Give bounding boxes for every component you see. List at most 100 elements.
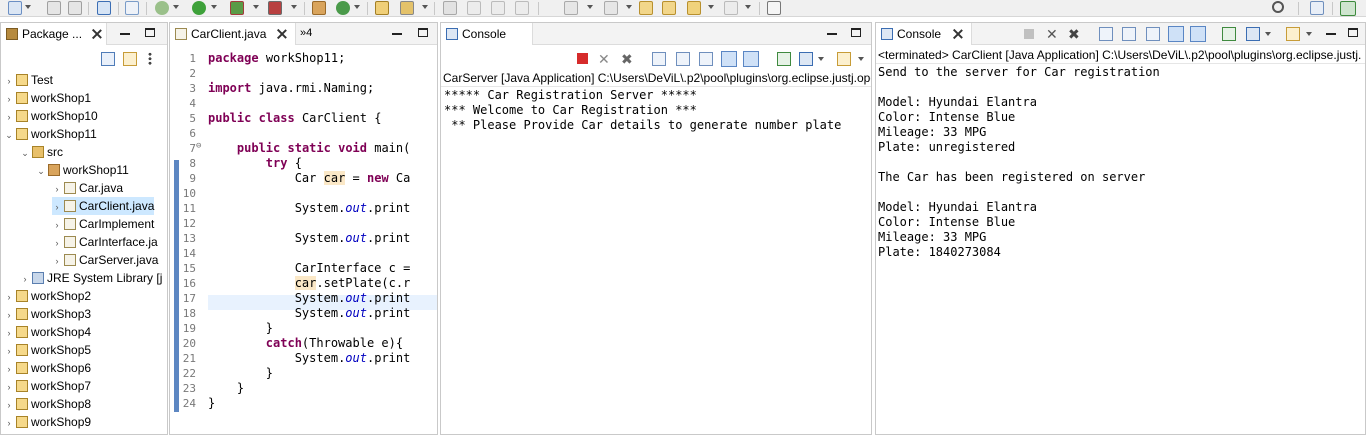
code-line[interactable]: package workShop11; — [208, 51, 345, 66]
open-console-dropdown-icon[interactable] — [858, 57, 864, 61]
open-console-dropdown-icon[interactable] — [1306, 32, 1312, 36]
open-task-dropdown-icon[interactable] — [422, 5, 428, 9]
remove-launch-icon[interactable]: ✕ — [598, 52, 612, 66]
expand-icon[interactable]: › — [4, 396, 14, 414]
code-editor[interactable]: 1 2 3 4 5 6 7 8 9 10 11 12 13 14 15 16 17 18 19 20 21 22 23 24 … — [170, 46, 437, 434]
show-on-stdout-icon[interactable] — [1168, 26, 1184, 42]
next-annotation-dropdown-icon[interactable] — [587, 5, 593, 9]
tree-item[interactable]: › workShop10 — [4, 107, 98, 125]
terminate-icon[interactable] — [1024, 29, 1034, 39]
tree-item[interactable]: › workShop7 — [4, 377, 92, 396]
close-icon[interactable] — [91, 28, 103, 40]
minimize-icon[interactable] — [1326, 33, 1336, 35]
expand-icon[interactable]: › — [20, 270, 30, 288]
code-line[interactable]: public class CarClient { — [208, 111, 381, 126]
expand-icon[interactable]: › — [52, 198, 62, 216]
tree-item[interactable]: › workShop4 — [4, 323, 92, 342]
tree-item[interactable]: › workShop6 — [4, 359, 92, 378]
scroll-lock-icon[interactable] — [676, 52, 690, 66]
minimize-icon[interactable] — [120, 33, 130, 35]
code-line[interactable]: System.out.print — [208, 291, 411, 306]
expand-icon[interactable]: › — [4, 360, 14, 378]
code-line[interactable]: System.out.print — [208, 201, 411, 216]
clear-console-icon[interactable] — [652, 52, 666, 66]
collapse-all-icon[interactable] — [101, 52, 115, 66]
open-perspective-icon[interactable] — [1310, 1, 1324, 15]
console-output[interactable]: ***** Car Registration Server ***** *** W… — [444, 88, 871, 434]
code-line[interactable]: try { — [208, 156, 302, 171]
tree-item[interactable]: › CarInterface.ja — [52, 233, 158, 251]
expand-icon[interactable]: › — [4, 288, 14, 306]
previous-annotation-dropdown-icon[interactable] — [626, 5, 632, 9]
external-tools-icon[interactable] — [268, 1, 282, 15]
tree-item[interactable]: › CarClient.java — [52, 197, 155, 216]
tree-item[interactable]: ⌄ src — [20, 143, 63, 161]
code-line[interactable]: catch(Throwable e){ — [208, 336, 403, 351]
debug-dropdown-icon[interactable] — [173, 5, 179, 9]
expand-icon[interactable]: › — [52, 234, 62, 252]
code-line[interactable]: System.out.print — [208, 231, 411, 246]
tree-item[interactable]: › workShop1 — [4, 89, 92, 108]
tree-item[interactable]: ⌄ workShop11 — [4, 125, 97, 143]
save-icon[interactable] — [47, 1, 61, 15]
pin-console-icon[interactable] — [1222, 27, 1236, 41]
expand-icon[interactable]: › — [52, 180, 62, 198]
open-console-icon[interactable] — [837, 52, 851, 66]
show-on-stderr-icon[interactable] — [743, 51, 759, 67]
forward-dropdown-icon[interactable] — [745, 5, 751, 9]
show-on-stderr-icon[interactable] — [1190, 26, 1206, 42]
maximize-icon[interactable] — [145, 28, 155, 37]
terminate-icon[interactable] — [577, 53, 588, 64]
tree-item[interactable]: › workShop5 — [4, 341, 92, 359]
external-tools-dropdown-icon[interactable] — [291, 5, 297, 9]
tree-item[interactable]: › workShop9 — [4, 413, 92, 432]
java-perspective-icon[interactable] — [1340, 1, 1356, 16]
expand-icon[interactable]: › — [52, 216, 62, 234]
toggle-mark-occurrences-icon[interactable] — [443, 1, 457, 15]
tab-console[interactable]: Console — [441, 23, 533, 45]
back-arrow-icon[interactable] — [687, 1, 701, 15]
word-wrap-icon[interactable] — [699, 52, 713, 66]
word-wrap-icon[interactable] — [1146, 27, 1160, 41]
maximize-icon[interactable] — [851, 28, 861, 37]
console-output[interactable]: Send to the server for Car registration … — [878, 65, 1365, 434]
expand-icon[interactable]: › — [4, 90, 14, 108]
minimize-icon[interactable] — [827, 33, 837, 35]
debug-icon[interactable] — [155, 1, 169, 15]
forward-icon[interactable] — [724, 1, 738, 15]
tab-overflow[interactable]: »4 — [300, 27, 312, 39]
code-line[interactable]: System.out.print — [208, 351, 411, 366]
tree-item[interactable]: › CarServer.java — [52, 251, 159, 270]
tree-item[interactable]: › CarImplement — [52, 215, 155, 234]
next-annotation-icon[interactable] — [564, 1, 578, 15]
scroll-lock-icon[interactable] — [1122, 27, 1136, 41]
last-edit-location-icon[interactable] — [639, 1, 653, 15]
tree-item[interactable]: › workShop2 — [4, 287, 92, 306]
view-menu-icon[interactable] — [148, 52, 152, 66]
display-console-dropdown-icon[interactable] — [1265, 32, 1271, 36]
link-with-editor-icon[interactable] — [123, 52, 137, 66]
expand-icon[interactable]: ⌄ — [4, 126, 14, 144]
new-java-package-icon[interactable] — [312, 1, 326, 15]
new-java-class-icon[interactable] — [336, 1, 350, 15]
open-console-icon[interactable] — [1286, 27, 1300, 41]
expand-icon[interactable]: › — [4, 378, 14, 396]
tree-item[interactable]: › Car.java — [52, 179, 124, 198]
save-all-icon[interactable] — [68, 1, 82, 15]
code-line[interactable]: } — [208, 381, 244, 396]
clear-console-icon[interactable] — [1099, 27, 1113, 41]
run-dropdown-icon[interactable] — [211, 5, 217, 9]
display-console-icon[interactable] — [799, 52, 813, 66]
open-type-icon[interactable] — [375, 1, 389, 15]
close-icon[interactable] — [952, 28, 964, 40]
maximize-icon[interactable] — [418, 28, 428, 37]
expand-icon[interactable]: › — [4, 414, 14, 432]
expand-icon[interactable]: › — [52, 252, 62, 270]
code-line[interactable]: import java.rmi.Naming; — [208, 81, 374, 96]
code-line[interactable]: CarInterface c = — [208, 261, 411, 276]
tree-item[interactable]: › workShop3 — [4, 305, 92, 323]
close-icon[interactable] — [276, 28, 288, 40]
expand-icon[interactable]: › — [4, 324, 14, 342]
pin-editor-icon[interactable] — [767, 1, 781, 15]
new-dropdown-icon[interactable] — [25, 5, 31, 9]
